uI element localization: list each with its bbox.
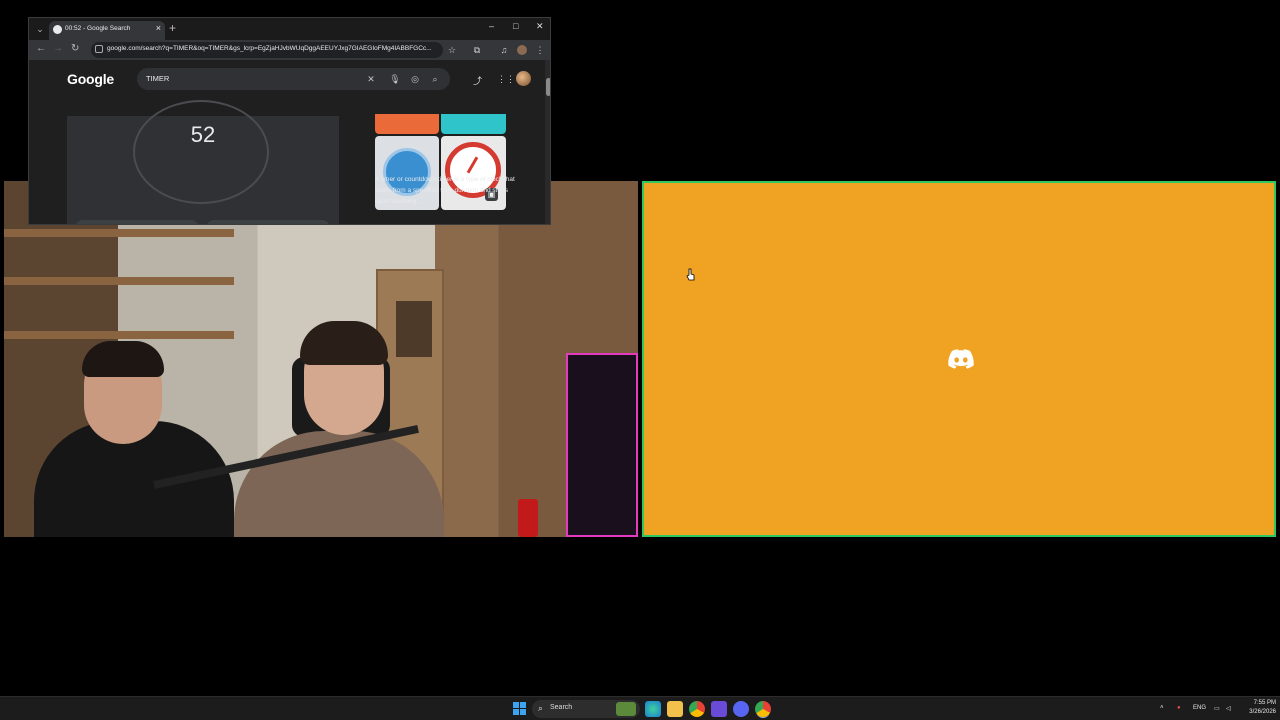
discord-taskbar-icon[interactable] [733,701,749,717]
shelf [4,277,234,285]
desktop: ⌄ 00:52 - Google Search × + – □ ✕ ← → ↻ … [0,0,1280,720]
language-indicator[interactable]: ENG [1193,705,1206,711]
tab-search-button[interactable]: ⌄ [33,22,47,36]
clear-search-icon[interactable]: ✕ [365,73,377,85]
timer-ring [133,100,269,204]
door-window [396,301,432,357]
back-button[interactable]: ← [36,43,46,54]
google-logo[interactable]: Google [67,71,114,87]
webcam-video-tile[interactable] [4,181,638,537]
taskbar: ⌕ Search ˄ ● ENG ▭ ◁ 7:55 PM 3/26/2026 [0,696,1280,720]
discord-icon [948,349,974,369]
search-icon: ⌕ [538,703,544,713]
shelf [4,331,234,339]
chrome-icon[interactable] [689,701,705,717]
search-query[interactable]: TIMER [146,74,169,83]
reset-button[interactable]: ↻ [206,220,330,224]
timer-widget: 52 ⏸ ↻ [67,100,339,224]
url-text[interactable]: google.com/search?q=TIMER&oq=TIMER&gs_lc… [107,45,439,52]
timer-display: 52 [190,122,216,147]
timer-image-thumbnail[interactable] [441,114,506,134]
person-left-hair [82,341,164,377]
page-scrollbar[interactable] [545,60,550,224]
tab-close-icon[interactable]: × [156,23,161,33]
taskbar-clock[interactable]: 7:55 PM 3/26/2026 [1236,699,1276,717]
network-icon[interactable]: ▭ [1214,705,1220,712]
person-right-hair [300,321,388,365]
new-tab-button[interactable]: + [169,21,176,35]
browser-toolbar: ← → ↻ google.com/search?q=TIMER&oq=TIMER… [29,40,550,60]
media-control-icon[interactable]: ♫ [499,45,509,55]
edge-browser-icon[interactable] [645,701,661,717]
app-icon[interactable] [711,701,727,717]
tray-overflow-icon[interactable]: ˄ [1160,705,1164,711]
google-search-box[interactable]: TIMER ✕ 🎙︎ ◎ ⌕ [137,68,450,90]
menu-kebab-icon[interactable]: ⋮ [535,45,545,55]
google-favicon-icon [53,25,62,34]
lens-search-icon[interactable]: ◎ [409,73,421,85]
knowledge-panel-description: A timer or countdown timer is a type of … [375,176,515,205]
search-highlight-image [616,702,636,716]
chrome-active-icon[interactable] [755,701,771,717]
share-icon[interactable]: ⤴ [473,74,482,87]
reload-button[interactable]: ↻ [71,43,79,54]
pause-button[interactable]: ⏸ [75,220,199,224]
timer-image-thumbnail[interactable] [375,114,439,134]
scrollbar-thumb[interactable] [546,78,550,96]
profile-avatar-icon[interactable] [517,45,527,55]
tab-title: 00:52 - Google Search [65,25,131,32]
address-bar[interactable]: google.com/search?q=TIMER&oq=TIMER&gs_lc… [91,42,443,58]
windows-start-icon[interactable] [512,701,528,717]
site-info-icon[interactable] [95,45,103,53]
hand-cursor-icon [686,268,695,281]
minimize-button[interactable]: – [489,21,494,31]
discord-video-tile[interactable] [642,181,1276,537]
soda-can [518,499,538,537]
file-explorer-icon[interactable] [667,701,683,717]
maximize-button[interactable]: □ [513,21,518,31]
microphone-icon[interactable]: ● [1177,705,1181,711]
clock-date: 3/26/2026 [1249,709,1276,715]
taskbar-search-box[interactable]: ⌕ Search [532,700,640,718]
voice-search-icon[interactable]: 🎙︎ [389,73,401,85]
bookmark-star-icon[interactable]: ☆ [447,45,457,55]
shelf [4,229,234,237]
account-avatar[interactable] [516,71,531,86]
search-icon[interactable]: ⌕ [429,73,441,85]
google-results-page: Google TIMER ✕ 🎙︎ ◎ ⌕ ⤴ ⋮⋮ 52 ⏸ ↻ [29,60,550,224]
extensions-icon[interactable]: ⧉ [472,45,482,55]
forward-button[interactable]: → [53,43,63,54]
taskbar-search-label: Search [550,704,573,711]
close-window-button[interactable]: ✕ [536,21,544,32]
apps-grid-icon[interactable]: ⋮⋮ [497,74,515,84]
volume-icon[interactable]: ◁ [1226,705,1231,712]
browser-window[interactable]: ⌄ 00:52 - Google Search × + – □ ✕ ← → ↻ … [28,17,551,225]
clock-time: 7:55 PM [1253,700,1276,706]
tab-google-search[interactable]: 00:52 - Google Search × [49,21,165,40]
gaming-pc [566,353,638,537]
tab-bar: ⌄ 00:52 - Google Search × + – □ ✕ [29,18,550,40]
